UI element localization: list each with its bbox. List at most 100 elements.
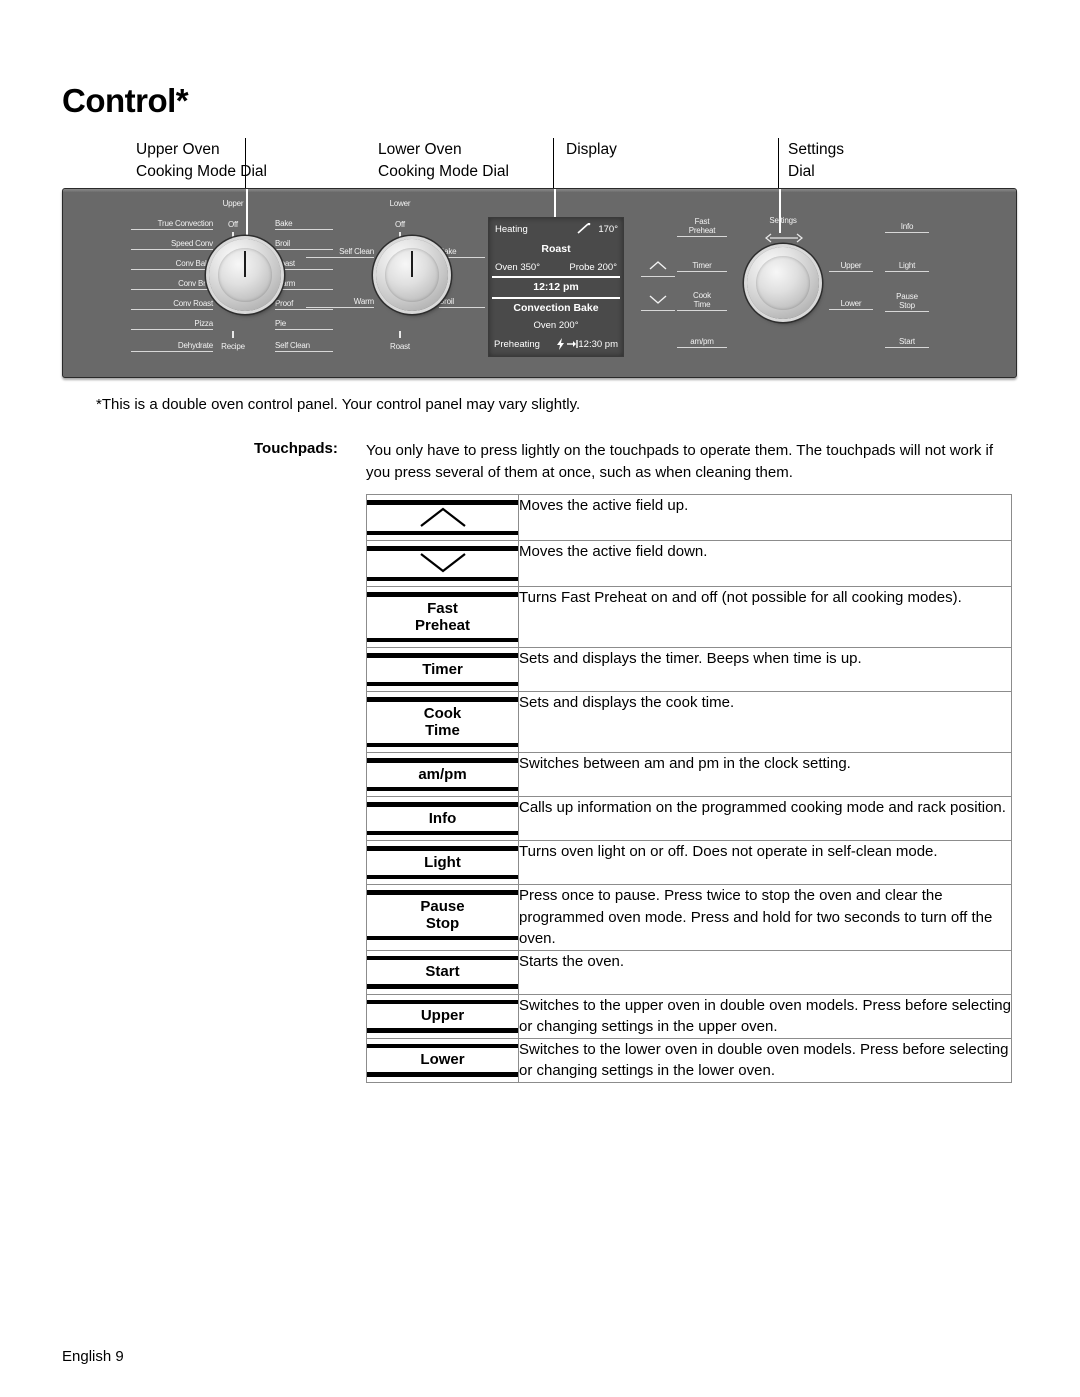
upper-dial-label-warm: Warm: [275, 279, 333, 290]
left-right-arrow-icon: [764, 230, 804, 248]
touchpads-description: You only have to press lightly on the to…: [366, 442, 994, 481]
upper-dial-label-dehydrate: Dehydrate: [131, 341, 213, 352]
touchpad-description-cell: Turns Fast Preheat on and off (not possi…: [518, 586, 1012, 648]
settings-dial-face: [755, 255, 811, 311]
touchpad-description-cell: Calls up information on the programmed c…: [518, 796, 1012, 841]
table-row: am/pm Switches between am and pm in the c…: [366, 752, 1012, 797]
touchpad-key[interactable]: [367, 495, 518, 540]
touchpad-key[interactable]: Fast Preheat: [367, 587, 518, 647]
keypad-info[interactable]: Info: [885, 222, 929, 233]
touchpad-key[interactable]: Cook Time: [367, 692, 518, 752]
key-bar-bottom: [367, 681, 518, 686]
display-oven-temp-2: Oven 200°: [533, 320, 579, 331]
page-title: Control*: [62, 82, 189, 119]
upper-dial-off-label: Off: [228, 220, 238, 229]
key-label: Start: [425, 963, 460, 980]
key-label: Light: [424, 853, 461, 871]
lower-oven-cooking-mode-dial[interactable]: [376, 239, 448, 311]
keypad-cook-time[interactable]: Cook Time: [677, 291, 727, 311]
keypad-light[interactable]: Light: [885, 261, 929, 272]
touchpad-description-cell: Press once to pause. Press twice to stop…: [518, 884, 1012, 951]
key-label: Lower: [420, 1051, 465, 1068]
display-divider-bottom: [492, 297, 620, 299]
upper-dial-label-pizza: Pizza: [131, 319, 213, 330]
key-bar-bottom: [367, 1072, 518, 1077]
upper-dial-label-true-convection: True Convection: [131, 219, 213, 230]
touchpad-description-cell: Sets and displays the timer. Beeps when …: [518, 647, 1012, 692]
table-row: Start Starts the oven.: [366, 949, 1012, 995]
touchpad-key-cell: Light: [366, 840, 519, 885]
callout-display: Display: [566, 141, 617, 158]
callout-lower-oven-dial: Lower Oven Cooking Mode Dial: [378, 141, 509, 180]
touchpad-key[interactable]: Start: [367, 951, 518, 994]
upper-dial-label-conv-bake: Conv Bake: [131, 259, 213, 270]
touchpad-key-cell: Cook Time: [366, 691, 519, 753]
lower-dial-label-roast: Roast: [390, 342, 410, 351]
upper-oven-cooking-mode-dial[interactable]: [209, 239, 281, 311]
key-bar-bottom: [367, 984, 518, 989]
touchpad-key-cell: Fast Preheat: [366, 586, 519, 648]
table-row: Lower Switches to the lower oven in doubl…: [366, 1037, 1012, 1083]
touchpad-key[interactable]: Timer: [367, 648, 518, 691]
touchpad-key[interactable]: Info: [367, 797, 518, 840]
key-label: Fast Preheat: [414, 599, 471, 634]
lower-dial-label-broil: Broil: [439, 297, 485, 308]
callout-rule-display: [778, 138, 779, 188]
touchpad-key-cell: Pause Stop: [366, 884, 519, 951]
lower-dial-tick-roast: [399, 331, 401, 338]
keypad-am-pm[interactable]: am/pm: [677, 337, 727, 348]
touchpad-description-cell: Moves the active field down.: [518, 540, 1012, 587]
touchpad-key[interactable]: Lower: [367, 1039, 518, 1082]
settings-dial[interactable]: [747, 247, 819, 319]
key-bar-bottom: [367, 830, 518, 835]
key-bar-bottom: [367, 637, 518, 642]
keypad-pause-stop[interactable]: Pause Stop: [885, 292, 929, 312]
display-divider-top: [492, 276, 620, 278]
touchpad-key-cell: [366, 494, 519, 541]
keypad-timer[interactable]: Timer: [677, 261, 727, 272]
keypad-chevron-down[interactable]: [641, 295, 675, 311]
oven-control-panel: Upper Off True Convection Speed Conv Con…: [62, 188, 1017, 378]
keypad-fast-preheat[interactable]: Fast Preheat: [677, 217, 727, 237]
key-bar-bottom: [367, 530, 518, 535]
display-probe-setpoint: Probe 200°: [569, 262, 617, 273]
touchpad-description-cell: Switches to the lower oven in double ove…: [518, 1037, 1012, 1083]
touchpad-key-cell: Info: [366, 796, 519, 841]
touchpad-key[interactable]: Pause Stop: [367, 885, 518, 945]
oven-display-screen: Heating 170° Roast Oven 350° Probe 200° …: [488, 217, 624, 357]
touchpad-key-cell: [366, 540, 519, 587]
key-label: Pause Stop: [420, 897, 465, 932]
key-bar-bottom: [367, 935, 518, 940]
table-row: Timer Sets and displays the timer. Beeps …: [366, 647, 1012, 692]
touchpad-key[interactable]: Light: [367, 841, 518, 884]
touchpad-key[interactable]: Upper: [367, 995, 518, 1038]
upper-dial-label-conv-broil: Conv Broil: [131, 279, 213, 290]
upper-dial-label-recipe: Recipe: [221, 342, 245, 351]
keypad-start[interactable]: Start: [885, 337, 929, 348]
upper-dial-tick-off: [232, 232, 234, 239]
lower-dial-name: Lower: [389, 199, 411, 208]
upper-dial-label-roast: Roast: [275, 259, 333, 270]
callout-rule-lower: [553, 138, 554, 188]
upper-dial-label-pie: Pie: [275, 319, 333, 330]
touchpads-label: Touchpads:: [254, 440, 338, 457]
upper-dial-label-self-clean: Self Clean: [275, 341, 333, 352]
touchpad-reference-table: Moves the active field up. Moves the acti…: [366, 494, 1012, 1083]
display-probe-temp: 170°: [598, 224, 618, 235]
table-row: Moves the active field up.: [366, 494, 1012, 541]
callout-rule-upper: [245, 138, 246, 188]
keypad-lower[interactable]: Lower: [829, 299, 873, 310]
table-row: Upper Switches to the upper oven in doubl…: [366, 993, 1012, 1039]
touchpad-key-cell: Lower: [366, 1037, 519, 1083]
key-label: Timer: [422, 660, 463, 678]
key-label: Upper: [420, 1007, 465, 1024]
key-bar-bottom: [367, 874, 518, 879]
keypad-upper[interactable]: Upper: [829, 261, 873, 272]
chevron-down-icon: [367, 551, 518, 577]
lower-dial-tick-off: [399, 232, 401, 239]
table-row: Info Calls up information on the programm…: [366, 796, 1012, 841]
touchpad-key[interactable]: [367, 541, 518, 586]
keypad-chevron-up[interactable]: [641, 261, 675, 277]
touchpad-description-cell: Turns oven light on or off. Does not ope…: [518, 840, 1012, 885]
touchpad-key[interactable]: am/pm: [367, 753, 518, 796]
